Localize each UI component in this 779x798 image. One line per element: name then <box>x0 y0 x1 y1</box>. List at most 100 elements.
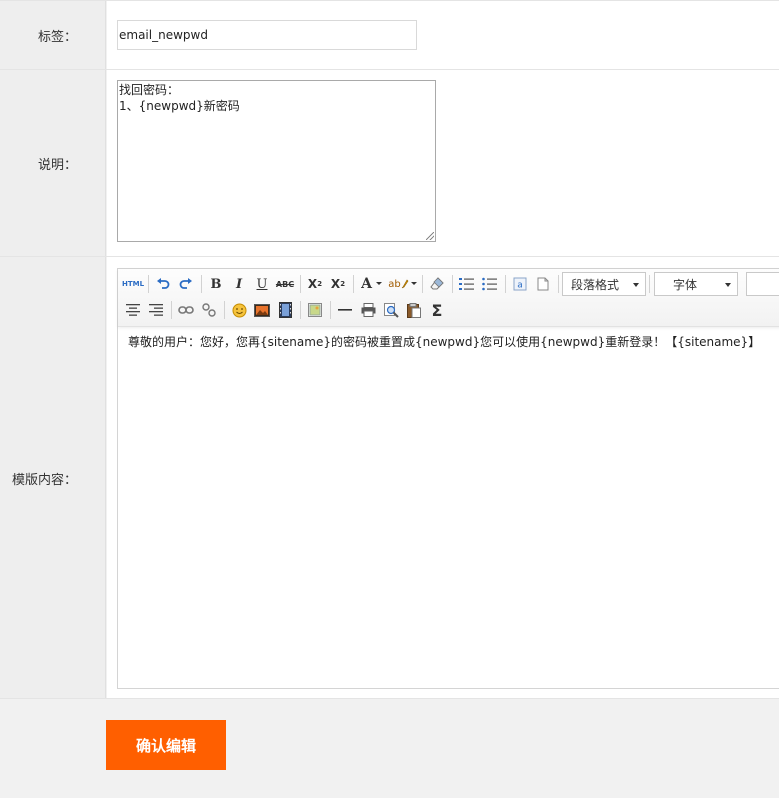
template-field-cell: HTML B I U ABC X2 X2 A ab a 段落格式 字体 Σ 尊敬… <box>107 257 779 699</box>
italic-label: I <box>235 276 243 292</box>
description-text: 找回密码： 1、{newpwd}新密码 <box>119 83 240 113</box>
underline-label: U <box>256 276 268 292</box>
toolbar-separator <box>300 275 301 293</box>
unlink-button[interactable] <box>198 299 220 321</box>
edit-template-form: 标签： email_newpwd 说明： 找回密码： 1、{newpwd}新密码… <box>0 0 779 798</box>
page-icon <box>537 277 549 291</box>
insert-template-button[interactable] <box>304 299 326 321</box>
subscript-label: X <box>330 277 341 291</box>
print-button[interactable] <box>357 299 379 321</box>
underline-button[interactable]: U <box>251 273 273 295</box>
chevron-down-icon <box>725 283 731 287</box>
toolbar-separator <box>452 275 453 293</box>
eraser-icon <box>430 277 444 290</box>
ordered-list-button[interactable] <box>456 273 478 295</box>
superscript-mark: 2 <box>317 280 323 288</box>
toolbar-separator <box>558 275 559 293</box>
pen-icon <box>401 279 409 289</box>
subscript-mark: 2 <box>340 280 346 288</box>
preview-button[interactable] <box>380 299 402 321</box>
editor-content[interactable]: 尊敬的用户：您好，您再{sitename}的密码被重置成{newpwd}您可以使… <box>128 333 760 350</box>
sigma-icon: Σ <box>431 300 443 320</box>
chevron-down-icon <box>633 283 639 287</box>
template-label: 模版内容： <box>0 257 106 699</box>
resize-grip-icon[interactable] <box>426 232 434 240</box>
description-row: 说明： 找回密码： 1、{newpwd}新密码 <box>0 69 779 257</box>
undo-button[interactable] <box>152 273 174 295</box>
highlight-color-button[interactable]: ab <box>388 273 418 295</box>
tag-label: 标签： <box>0 1 106 70</box>
rich-text-editor: HTML B I U ABC X2 X2 A ab a 段落格式 字体 Σ 尊敬… <box>117 268 779 689</box>
toolbar-separator <box>171 301 172 319</box>
form-footer: 确认编辑 <box>0 698 779 798</box>
toolbar-separator <box>224 301 225 319</box>
chevron-down-icon <box>410 282 417 285</box>
confirm-edit-button[interactable]: 确认编辑 <box>106 720 226 770</box>
italic-button[interactable]: I <box>228 273 250 295</box>
unordered-list-button[interactable] <box>479 273 501 295</box>
toolbar-separator <box>505 275 506 293</box>
bold-label: B <box>210 276 222 292</box>
paste-button[interactable] <box>403 299 425 321</box>
ordered-list-icon <box>459 278 474 290</box>
superscript-button[interactable]: X2 <box>304 273 326 295</box>
toolbar-separator <box>649 275 650 293</box>
toolbar-row-2: Σ <box>122 298 449 322</box>
description-field-cell: 找回密码： 1、{newpwd}新密码 <box>107 70 779 257</box>
link-icon <box>178 306 194 314</box>
toolbar-separator <box>148 275 149 293</box>
horizontal-rule-button[interactable] <box>334 299 356 321</box>
html-source-button[interactable]: HTML <box>122 273 144 295</box>
align-right-button[interactable] <box>145 299 167 321</box>
chevron-down-icon <box>375 282 382 285</box>
paragraph-format-value: 段落格式 <box>571 277 620 292</box>
clipboard-icon <box>407 302 421 318</box>
anchor-button[interactable]: a <box>509 273 531 295</box>
magnifier-icon <box>383 302 399 318</box>
tag-field-cell: email_newpwd <box>107 1 779 70</box>
align-center-icon <box>126 304 140 316</box>
redo-icon <box>179 278 192 289</box>
toolbar-row-1: HTML B I U ABC X2 X2 A ab a 段落格式 字体 <box>122 272 779 296</box>
printer-icon <box>361 303 375 317</box>
tag-input[interactable]: email_newpwd <box>117 20 417 50</box>
subscript-button[interactable]: X2 <box>327 273 349 295</box>
toolbar-separator <box>300 301 301 319</box>
film-icon <box>278 302 292 318</box>
unordered-list-icon <box>482 277 497 291</box>
highlight-label: ab <box>388 278 401 290</box>
redo-button[interactable] <box>175 273 197 295</box>
image-icon <box>254 303 270 317</box>
insert-image-button[interactable] <box>251 299 273 321</box>
formula-button[interactable]: Σ <box>426 299 448 321</box>
html-source-label: HTML <box>121 280 145 288</box>
undo-icon <box>157 278 170 289</box>
strikethrough-button[interactable]: ABC <box>274 273 296 295</box>
toolbar-separator <box>422 275 423 293</box>
horizontal-rule-icon <box>338 309 352 311</box>
template-image-icon <box>308 303 322 317</box>
emoticon-button[interactable] <box>228 299 250 321</box>
toolbar-separator <box>330 301 331 319</box>
eraser-button[interactable] <box>426 273 448 295</box>
insert-video-button[interactable] <box>274 299 296 321</box>
font-size-select[interactable] <box>746 272 779 296</box>
unlink-icon <box>202 303 216 317</box>
page-break-button[interactable] <box>532 273 554 295</box>
paragraph-format-select[interactable]: 段落格式 <box>562 272 646 296</box>
template-row: 模版内容： HTML B I U ABC X2 X 2 A ab a 段落格式 … <box>0 256 779 699</box>
toolbar-separator <box>353 275 354 293</box>
tag-row: 标签： email_newpwd <box>0 0 779 70</box>
bold-button[interactable]: B <box>205 273 227 295</box>
font-color-button[interactable]: A <box>357 273 387 295</box>
description-label: 说明： <box>0 70 106 257</box>
anchor-icon: a <box>513 277 527 291</box>
font-color-label: A <box>361 276 372 292</box>
svg-text:a: a <box>517 281 523 291</box>
insert-link-button[interactable] <box>175 299 197 321</box>
align-center-button[interactable] <box>122 299 144 321</box>
font-family-select[interactable]: 字体 <box>654 272 738 296</box>
strikethrough-label: ABC <box>275 279 295 289</box>
description-textarea[interactable]: 找回密码： 1、{newpwd}新密码 <box>117 80 436 242</box>
font-family-value: 字体 <box>673 277 698 292</box>
